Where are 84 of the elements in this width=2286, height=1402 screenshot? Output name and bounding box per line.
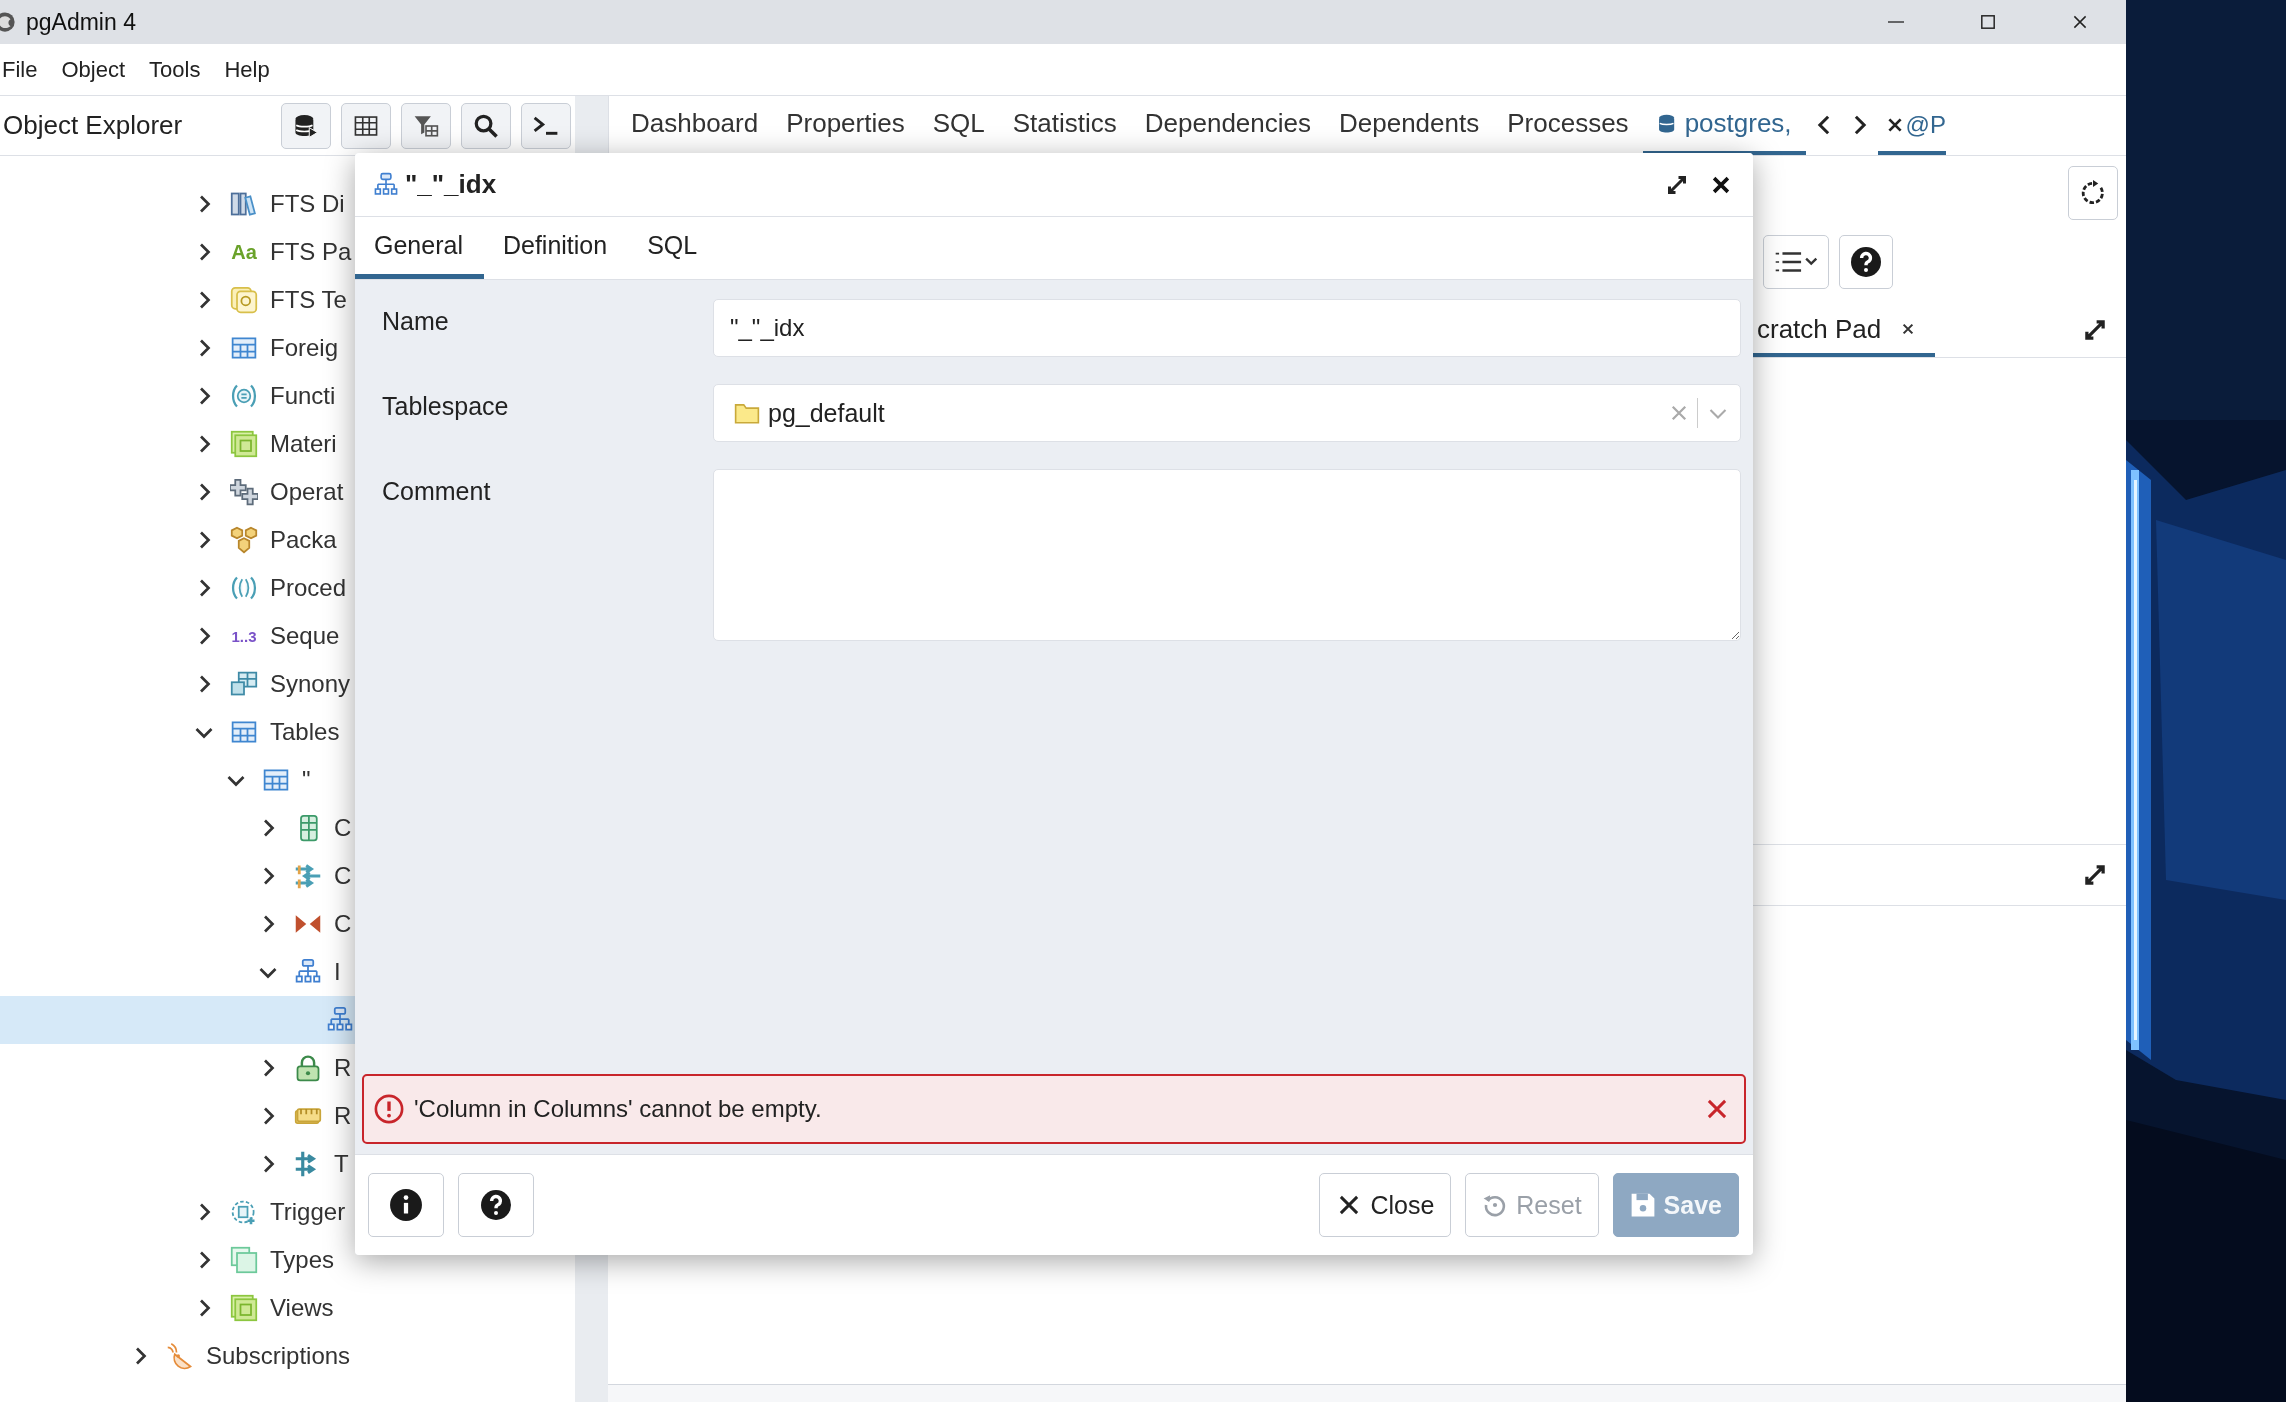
refresh-button[interactable] <box>2068 165 2118 220</box>
tree-item[interactable]: Tables <box>0 708 575 756</box>
tab[interactable]: Properties <box>772 108 919 155</box>
error-icon <box>374 1094 404 1124</box>
refresh-icon <box>2079 178 2107 207</box>
window-title: pgAdmin 4 <box>26 8 137 36</box>
tree-item[interactable]: Trigger <box>0 1188 575 1236</box>
folder-icon <box>734 401 760 425</box>
menu-item[interactable]: Help <box>212 56 282 83</box>
tree-item[interactable]: T <box>0 1140 575 1188</box>
query-tool-button[interactable] <box>281 102 331 149</box>
glyph-icon: 1..3 <box>230 627 258 645</box>
list-dropdown-button[interactable] <box>1763 235 1829 289</box>
menu-item[interactable]: Object <box>49 56 138 83</box>
help-icon <box>1850 246 1882 278</box>
tree-item[interactable]: Subscriptions <box>0 1332 575 1380</box>
gear-document-icon <box>230 1198 258 1226</box>
tree-item[interactable]: Materi <box>0 420 575 468</box>
nested-squares-icon <box>230 430 258 458</box>
view-data-button[interactable] <box>341 102 391 149</box>
dialog-title: "_"_idx <box>405 169 498 200</box>
info-button[interactable] <box>368 1173 444 1237</box>
tab[interactable]: Definition <box>483 227 629 279</box>
tab[interactable]: General <box>355 227 484 279</box>
tree-item[interactable]: Synony <box>0 660 575 708</box>
table-icon <box>230 670 258 698</box>
search-button[interactable] <box>461 102 511 149</box>
filter-button[interactable] <box>401 102 451 149</box>
help-button[interactable] <box>1839 235 1893 289</box>
cross-shapes-icon <box>230 478 258 506</box>
tab[interactable]: Dependents <box>1325 108 1494 155</box>
tree-item[interactable]: I <box>0 948 575 996</box>
info-icon <box>389 1188 423 1222</box>
expand-icon[interactable] <box>2082 317 2108 343</box>
close-icon[interactable] <box>1901 322 1916 336</box>
tree-item[interactable]: Packa <box>0 516 575 564</box>
nested-squares-icon <box>230 1294 258 1322</box>
dish-icon <box>166 1342 194 1370</box>
search-icon <box>473 112 499 139</box>
help-icon <box>480 1189 512 1221</box>
tree-item[interactable]: C <box>0 900 575 948</box>
tree-item[interactable]: C <box>0 804 575 852</box>
tree-item[interactable]: Proced <box>0 564 575 612</box>
tab[interactable]: @P <box>1877 108 1946 155</box>
field-label: Tablespace <box>382 391 510 422</box>
tab[interactable]: SQL <box>918 108 999 155</box>
help-button[interactable] <box>458 1173 534 1237</box>
search-document-icon <box>230 286 258 314</box>
panel-title: Object Explorer <box>2 110 184 141</box>
hierarchy-icon <box>326 1006 354 1034</box>
tree-item[interactable]: Views <box>0 1284 575 1332</box>
menu-item[interactable]: File <box>0 56 50 83</box>
tab[interactable]: SQL <box>628 227 719 279</box>
arrows-icon <box>294 862 322 890</box>
hierarchy-icon <box>294 958 322 986</box>
input-field[interactable]: "_"_idx <box>713 299 1741 357</box>
glyph-icon: Aa <box>230 240 258 264</box>
tree-item[interactable]: C <box>0 852 575 900</box>
padlock-icon <box>294 1054 322 1082</box>
books-icon <box>230 190 258 218</box>
tab[interactable]: Processes <box>1493 108 1643 155</box>
expand-icon[interactable] <box>2082 862 2108 888</box>
cubes-icon <box>230 526 258 554</box>
tree-item[interactable]: R <box>0 1044 575 1092</box>
tab[interactable]: Statistics <box>998 108 1131 155</box>
tree-item[interactable]: " <box>0 756 575 804</box>
parentheses-icon <box>230 574 258 602</box>
error-text: 'Column in Columns' cannot be empty. <box>414 1095 823 1123</box>
field-label: Name <box>382 306 450 337</box>
field-label: Comment <box>382 476 492 507</box>
tab[interactable]: Dependencies <box>1130 108 1325 155</box>
database-icon <box>293 112 319 139</box>
tree-item[interactable]: 1..3 Seque <box>0 612 575 660</box>
braces-icon <box>230 382 258 410</box>
menu-item[interactable]: Tools <box>137 56 213 83</box>
maximize-icon <box>1979 13 1997 31</box>
close-button[interactable]: Close <box>1319 1173 1452 1237</box>
tab[interactable]: Dashboard <box>617 108 773 155</box>
hierarchy-icon <box>373 171 399 198</box>
psql-button[interactable] <box>521 102 571 149</box>
tree-item[interactable]: Types <box>0 1236 575 1284</box>
minimize-icon <box>1887 21 1905 23</box>
squares-icon <box>230 1246 258 1274</box>
close-icon <box>2071 13 2089 31</box>
